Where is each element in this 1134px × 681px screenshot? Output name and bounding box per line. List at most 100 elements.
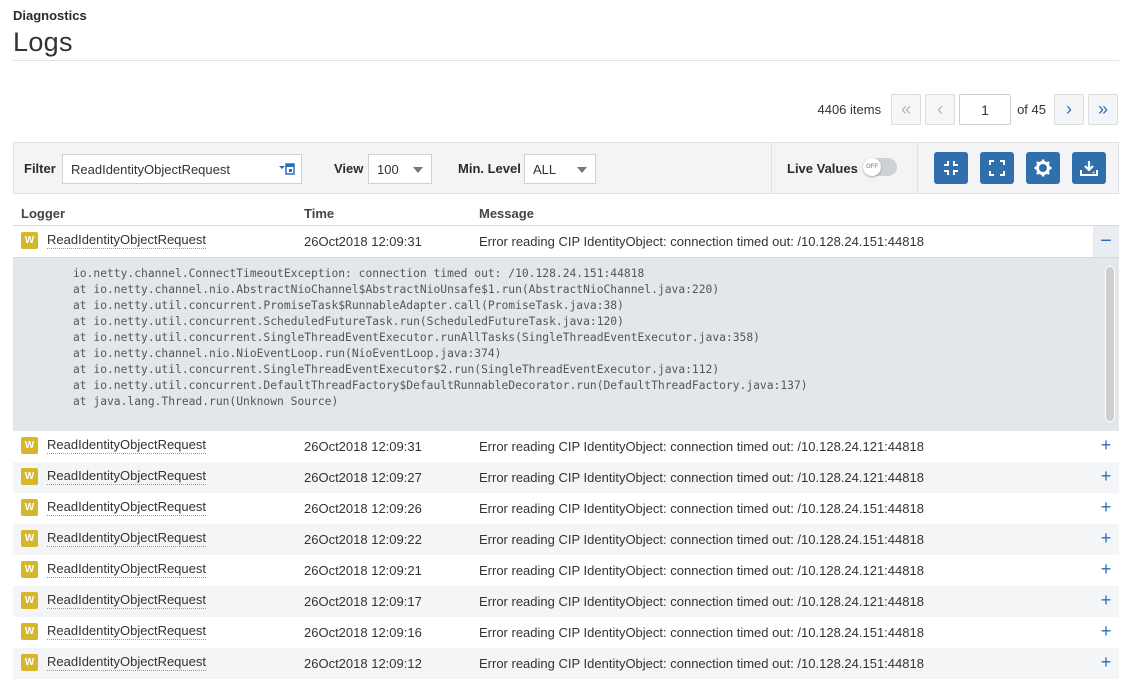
filter-value: ReadIdentityObjectRequest	[71, 162, 230, 177]
download-button[interactable]	[1072, 152, 1106, 184]
log-time: 26Oct2018 12:09:27	[304, 470, 422, 485]
scrollbar-thumb[interactable]	[1106, 267, 1114, 421]
stack-trace-line: at io.netty.util.concurrent.SingleThread…	[73, 363, 720, 376]
expand-row-icon[interactable]: +	[1098, 590, 1114, 610]
stack-trace-line: at io.netty.channel.nio.AbstractNioChann…	[73, 283, 720, 296]
log-table: Logger Time Message W ReadIdentityObjectR…	[13, 202, 1119, 679]
expand-row-icon[interactable]: +	[1098, 528, 1114, 548]
expand-row-icon[interactable]: +	[1098, 435, 1114, 455]
logger-name[interactable]: ReadIdentityObjectRequest	[47, 654, 206, 671]
logger-name[interactable]: ReadIdentityObjectRequest	[47, 468, 206, 485]
stack-trace-scrollbar[interactable]	[1105, 266, 1115, 422]
logger-name[interactable]: ReadIdentityObjectRequest	[47, 232, 206, 249]
breadcrumb[interactable]: Diagnostics	[13, 8, 87, 23]
min-level-select-value: ALL	[533, 162, 557, 177]
table-row[interactable]: W ReadIdentityObjectRequest 26Oct2018 12:0…	[13, 555, 1119, 586]
logger-name[interactable]: ReadIdentityObjectRequest	[47, 561, 206, 578]
next-page-button[interactable]: ›	[1054, 94, 1084, 125]
toolbar-divider	[917, 143, 918, 193]
column-header-message[interactable]: Message	[479, 206, 534, 221]
logger-name[interactable]: ReadIdentityObjectRequest	[47, 499, 206, 516]
view-label: View	[334, 161, 364, 176]
table-row[interactable]: W ReadIdentityObjectRequest 26Oct2018 12:0…	[13, 462, 1119, 493]
log-time: 26Oct2018 12:09:22	[304, 532, 422, 547]
column-header-time[interactable]: Time	[304, 206, 334, 221]
page-count-label: of 45	[1017, 102, 1046, 117]
logger-name[interactable]: ReadIdentityObjectRequest	[47, 437, 206, 454]
log-message: Error reading CIP IdentityObject: connec…	[479, 563, 924, 578]
first-page-button[interactable]: «	[891, 94, 922, 125]
stack-trace-line: io.netty.channel.ConnectTimeoutException…	[73, 267, 645, 280]
fullscreen-icon	[989, 160, 1005, 176]
stack-trace-line: at io.netty.util.concurrent.DefaultThrea…	[73, 379, 808, 392]
log-message: Error reading CIP IdentityObject: connec…	[479, 439, 924, 454]
log-time: 26Oct2018 12:09:26	[304, 501, 422, 516]
toolbar: Filter ReadIdentityObjectRequest View 10…	[13, 142, 1119, 194]
items-count: 4406 items	[817, 102, 882, 117]
view-select[interactable]: 100	[368, 154, 432, 184]
log-time: 26Oct2018 12:09:12	[304, 656, 422, 671]
filter-options-icon[interactable]	[279, 163, 295, 175]
expand-row-icon[interactable]: +	[1098, 466, 1114, 486]
table-row[interactable]: W ReadIdentityObjectRequest 26Oct2018 12:0…	[13, 493, 1119, 524]
stack-trace-text: io.netty.channel.ConnectTimeoutException…	[73, 266, 808, 410]
table-row[interactable]: W ReadIdentityObjectRequest 26Oct2018 12:0…	[13, 586, 1119, 617]
expand-row-icon[interactable]: +	[1098, 621, 1114, 641]
min-level-label: Min. Level	[458, 161, 521, 176]
stack-trace-panel: io.netty.channel.ConnectTimeoutException…	[13, 257, 1119, 431]
column-header-logger[interactable]: Logger	[21, 206, 65, 221]
warning-level-badge: W	[21, 437, 38, 454]
logger-name[interactable]: ReadIdentityObjectRequest	[47, 623, 206, 640]
log-message: Error reading CIP IdentityObject: connec…	[479, 501, 924, 516]
min-level-select[interactable]: ALL	[524, 154, 596, 184]
live-values-toggle[interactable]: OFF	[863, 158, 897, 176]
table-row[interactable]: W ReadIdentityObjectRequest 26Oct2018 12:0…	[13, 524, 1119, 555]
expand-row-icon[interactable]: +	[1098, 559, 1114, 579]
stack-trace-line: at io.netty.util.concurrent.SingleThread…	[73, 331, 760, 344]
table-row[interactable]: W ReadIdentityObjectRequest 26Oct2018 12:0…	[13, 648, 1119, 679]
compress-icon	[944, 161, 958, 175]
table-row[interactable]: W ReadIdentityObjectRequest 26Oct2018 12:0…	[13, 617, 1119, 648]
table-row[interactable]: W ReadIdentityObjectRequest 26Oct2018 12:0…	[13, 431, 1119, 462]
warning-level-badge: W	[21, 468, 38, 485]
page-number-input[interactable]	[959, 94, 1012, 125]
fullscreen-button[interactable]	[980, 152, 1014, 184]
download-icon	[1080, 161, 1098, 176]
collapse-row-icon[interactable]: −	[1093, 226, 1119, 257]
logger-name[interactable]: ReadIdentityObjectRequest	[47, 592, 206, 609]
warning-level-badge: W	[21, 530, 38, 547]
expand-row-icon[interactable]: +	[1098, 497, 1114, 517]
table-header: Logger Time Message	[13, 202, 1119, 226]
expand-row-icon[interactable]: +	[1098, 652, 1114, 672]
log-time: 26Oct2018 12:09:31	[304, 234, 422, 249]
logger-name[interactable]: ReadIdentityObjectRequest	[47, 530, 206, 547]
settings-button[interactable]	[1026, 152, 1060, 184]
log-message: Error reading CIP IdentityObject: connec…	[479, 470, 924, 485]
warning-level-badge: W	[21, 623, 38, 640]
table-row[interactable]: W ReadIdentityObjectRequest 26Oct2018 12:0…	[13, 226, 1119, 257]
page-header: Diagnostics Logs	[13, 8, 1119, 61]
compress-button[interactable]	[934, 152, 968, 184]
prev-page-button[interactable]: ‹	[925, 94, 956, 125]
page-title: Logs	[13, 27, 73, 57]
log-time: 26Oct2018 12:09:16	[304, 625, 422, 640]
filter-label: Filter	[24, 161, 56, 176]
toggle-knob: OFF	[863, 158, 881, 176]
chevron-down-icon	[577, 167, 587, 173]
warning-level-badge: W	[21, 654, 38, 671]
filter-input[interactable]: ReadIdentityObjectRequest	[62, 154, 302, 184]
gear-icon	[1034, 159, 1052, 177]
warning-level-badge: W	[21, 592, 38, 609]
pagination: 4406 items « ‹ of 45 › »	[817, 94, 1118, 125]
last-page-button[interactable]: »	[1088, 94, 1118, 125]
stack-trace-line: at java.lang.Thread.run(Unknown Source)	[73, 395, 339, 408]
log-message: Error reading CIP IdentityObject: connec…	[479, 625, 924, 640]
stack-trace-line: at io.netty.channel.nio.NioEventLoop.run…	[73, 347, 502, 360]
chevron-down-icon	[413, 167, 423, 173]
table-body: W ReadIdentityObjectRequest 26Oct2018 12:0…	[13, 226, 1119, 679]
live-values-label: Live Values	[787, 161, 858, 176]
view-select-value: 100	[377, 162, 399, 177]
toolbar-divider	[771, 143, 772, 193]
log-message: Error reading CIP IdentityObject: connec…	[479, 234, 924, 249]
warning-level-badge: W	[21, 232, 38, 249]
